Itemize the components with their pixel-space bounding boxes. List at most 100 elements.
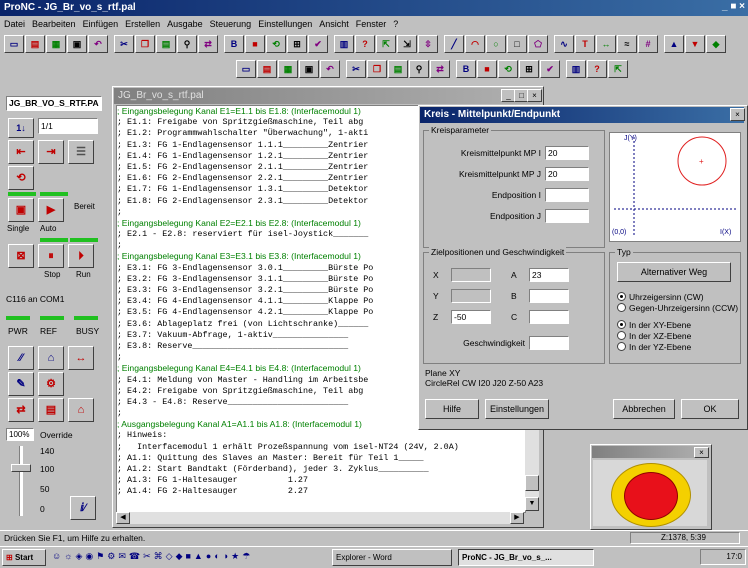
reset-button[interactable]: ⟲ [8,166,34,190]
wave-icon[interactable]: ≈ [617,35,637,53]
menu-item-9[interactable]: ? [393,19,398,29]
undo-icon[interactable]: ↶ [88,35,108,53]
stepper-icon[interactable]: ⟲ [266,35,286,53]
dim-icon[interactable]: ↔ [596,35,616,53]
print-icon[interactable]: ▣ [67,35,87,53]
sel2-icon[interactable]: ⇲ [397,35,417,53]
arc-icon[interactable]: ◠ [465,35,485,53]
editor-hscrollbar[interactable]: ◀ ▶ [116,512,524,524]
sel3-icon[interactable]: ⇳ [418,35,438,53]
speed-input[interactable] [529,336,569,350]
menu-item-3[interactable]: Erstellen [125,19,160,29]
io-button[interactable]: ⇄ [8,398,34,422]
radio-yz-plane[interactable]: In der YZ-Ebene [617,342,691,352]
counter-button[interactable]: 1↓ [8,118,34,138]
x-input[interactable] [451,268,491,282]
pan-icon[interactable]: ⚲ [409,60,429,78]
zoom4-icon[interactable]: ▤ [388,60,408,78]
c-input[interactable] [529,310,569,324]
editor-scroll-thumb[interactable] [525,475,539,491]
b-input[interactable] [529,289,569,303]
menu-item-1[interactable]: Bearbeiten [32,19,76,29]
menu-item-4[interactable]: Ausgabe [167,19,203,29]
y-input[interactable] [451,289,491,303]
z-input[interactable]: -50 [451,310,491,324]
sim1-icon[interactable]: B [456,60,476,78]
tool3-icon[interactable]: ◆ [706,35,726,53]
radio-cw[interactable]: Uhrzeigersinn (CW) [617,292,704,302]
taskbar-explorer-word[interactable]: Explorer - Word [332,549,452,566]
replace-icon[interactable]: ⇄ [198,35,218,53]
park-button[interactable]: ⌂ [68,398,94,422]
graph-icon[interactable]: ▥ [334,35,354,53]
stop-icon[interactable]: ■ [245,35,265,53]
window-controls[interactable]: _ ■ × [722,1,745,12]
menu-item-8[interactable]: Fenster [356,19,387,29]
zoom3-icon[interactable]: ❐ [367,60,387,78]
jog-button[interactable]: ⁄⁄ [8,346,34,370]
dialog-close-button[interactable]: × [730,108,745,121]
copy-icon[interactable]: ❐ [135,35,155,53]
run-button[interactable]: ⏵ [68,244,94,268]
radio-ccw[interactable]: Gegen-Uhrzeigersinn (CCW) [617,303,738,313]
circ-icon[interactable]: ○ [486,35,506,53]
cfg-icon[interactable]: ⇱ [608,60,628,78]
cancel-button[interactable]: Abbrechen [613,399,675,419]
abort-button[interactable]: ⊠ [8,244,34,268]
menu-item-6[interactable]: Einstellungen [258,19,312,29]
editor-hscroll-right[interactable]: ▶ [510,512,524,524]
start-button[interactable]: ⊞ Start [2,549,46,566]
stop-button[interactable]: ⏸ [38,244,64,268]
ok-button[interactable]: OK [681,399,739,419]
editor-close-button[interactable]: × [527,89,542,102]
view2-icon[interactable]: ▤ [257,60,277,78]
paste-icon[interactable]: ▤ [156,35,176,53]
menu-item-2[interactable]: Einfügen [83,19,119,29]
step-back-button[interactable]: ⇤ [8,140,34,164]
mp-j-input[interactable]: 20 [545,167,589,181]
single-mode-button[interactable]: ▣ [8,198,34,222]
view3-icon[interactable]: ▦ [278,60,298,78]
line-icon[interactable]: ╱ [444,35,464,53]
sim5-icon[interactable]: ✔ [540,60,560,78]
move-button[interactable]: ↔ [68,346,94,370]
zoom1-icon[interactable]: ↶ [320,60,340,78]
step-forward-button[interactable]: ⇥ [38,140,64,164]
sim2-icon[interactable]: ■ [477,60,497,78]
check-icon[interactable]: ✔ [308,35,328,53]
editor-scroll-down[interactable]: ▼ [525,497,539,511]
emergency-stop-button[interactable] [611,463,691,527]
counter-field[interactable]: 1/1 [38,118,98,134]
text-icon[interactable]: T [575,35,595,53]
end-j-input[interactable] [545,209,589,223]
view4-icon[interactable]: ▣ [299,60,319,78]
new-icon[interactable]: ▭ [4,35,24,53]
open-icon[interactable]: ▤ [25,35,45,53]
menu-item-0[interactable]: Datei [4,19,25,29]
alternative-path-button[interactable]: Alternativer Weg [617,262,731,282]
estop-close-button[interactable]: × [694,447,709,458]
toggle-list-button[interactable]: ☰ [68,140,94,164]
override-slider-thumb[interactable] [11,464,31,472]
find-icon[interactable]: ⚲ [177,35,197,53]
rect-icon[interactable]: □ [507,35,527,53]
help-button[interactable]: Hilfe [425,399,479,419]
editor-hscroll-left[interactable]: ◀ [116,512,130,524]
radio-xz-plane[interactable]: In der XZ-Ebene [617,331,691,341]
a-input[interactable]: 23 [529,268,569,282]
override-slider[interactable] [10,446,32,516]
home-button[interactable]: ⌂ [38,346,64,370]
menu-item-7[interactable]: Ansicht [319,19,349,29]
save-icon[interactable]: ▦ [46,35,66,53]
sel1-icon[interactable]: ⇱ [376,35,396,53]
end-i-input[interactable] [545,188,589,202]
menu-item-5[interactable]: Steuerung [210,19,252,29]
sim4-icon[interactable]: ⊞ [519,60,539,78]
mat-icon[interactable]: ? [587,60,607,78]
sim3-icon[interactable]: ⟲ [498,60,518,78]
tool-button[interactable]: ▤ [38,398,64,422]
zoom2-icon[interactable]: ✂ [346,60,366,78]
bold-icon[interactable]: B [224,35,244,53]
taskbar-pronc[interactable]: ProNC - JG_Br_vo_s_... [458,549,594,566]
spindle-button[interactable]: ⚙ [38,372,64,396]
